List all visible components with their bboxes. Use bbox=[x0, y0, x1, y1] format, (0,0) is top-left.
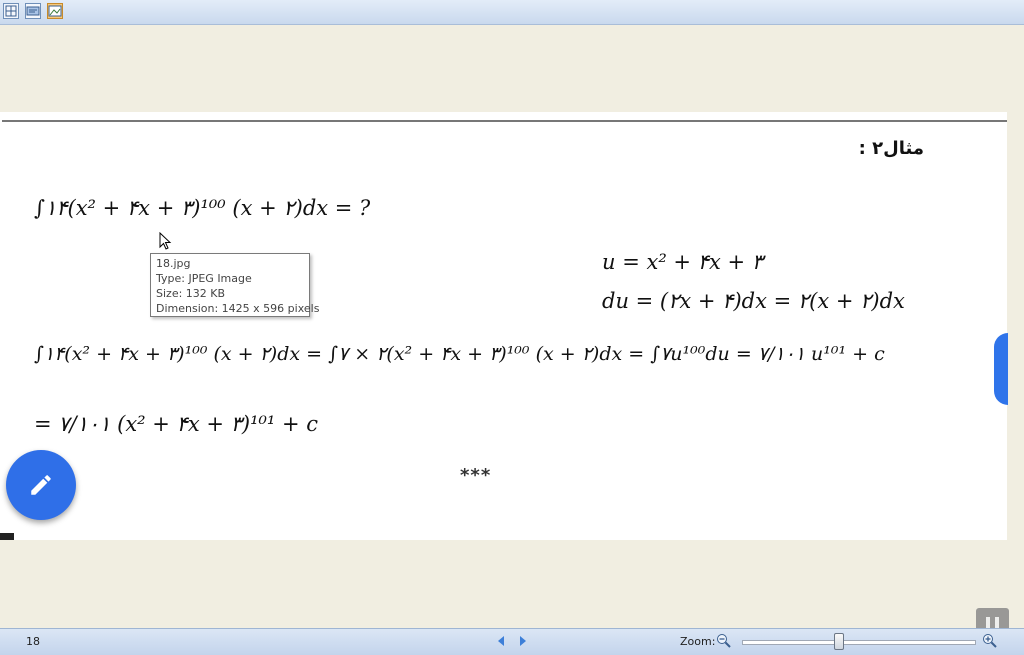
document-page bbox=[0, 112, 1007, 540]
status-bar: 18 Zoom: bbox=[0, 628, 1024, 655]
pencil-icon bbox=[31, 475, 51, 495]
mouse-cursor-icon bbox=[159, 232, 172, 250]
equation-solution: ∫۱۴(x² + ۴x + ۳)¹⁰⁰ (x + ۲)dx = ∫۷ × ۲(x… bbox=[34, 343, 885, 365]
equation-u-substitution: u = x² + ۴x + ۳ bbox=[602, 250, 764, 274]
page-corner bbox=[0, 533, 14, 540]
tooltip-filename: 18.jpg bbox=[156, 257, 191, 270]
image-view-icon[interactable] bbox=[47, 3, 63, 19]
section-separator: *** bbox=[460, 465, 492, 486]
slideshow-icon[interactable] bbox=[25, 3, 41, 19]
page-number: 18 bbox=[26, 635, 40, 648]
tooltip-dimension: Dimension: 1425 x 596 pixels bbox=[156, 302, 320, 315]
tooltip-type: Type: JPEG Image bbox=[156, 272, 252, 285]
previous-arrow-icon[interactable] bbox=[496, 634, 506, 648]
page-top-rule bbox=[2, 120, 1007, 122]
equation-result: = ۷/۱۰۱ (x² + ۴x + ۳)¹⁰¹ + c bbox=[34, 412, 319, 436]
top-toolbar bbox=[0, 0, 1024, 25]
zoom-slider-thumb[interactable] bbox=[834, 633, 844, 650]
zoom-in-icon[interactable] bbox=[982, 633, 998, 649]
grid-view-icon[interactable] bbox=[3, 3, 19, 19]
zoom-label: Zoom: bbox=[680, 635, 716, 648]
example-heading: مثال۲ : bbox=[858, 138, 924, 159]
tooltip-size: Size: 132 KB bbox=[156, 287, 226, 300]
zoom-out-icon[interactable] bbox=[716, 633, 732, 649]
file-info-tooltip: 18.jpg Type: JPEG Image Size: 132 KB Dim… bbox=[150, 253, 320, 317]
equation-du: du = (۲x + ۴)dx = ۲(x + ۲)dx bbox=[602, 289, 905, 313]
equation-question: ∫۱۴(x² + ۴x + ۳)¹⁰⁰ (x + ۲)dx = ? bbox=[34, 196, 371, 220]
side-tab-handle[interactable] bbox=[994, 333, 1008, 405]
next-arrow-icon[interactable] bbox=[518, 634, 528, 648]
zoom-slider[interactable] bbox=[742, 640, 976, 645]
edit-button[interactable] bbox=[6, 450, 76, 520]
